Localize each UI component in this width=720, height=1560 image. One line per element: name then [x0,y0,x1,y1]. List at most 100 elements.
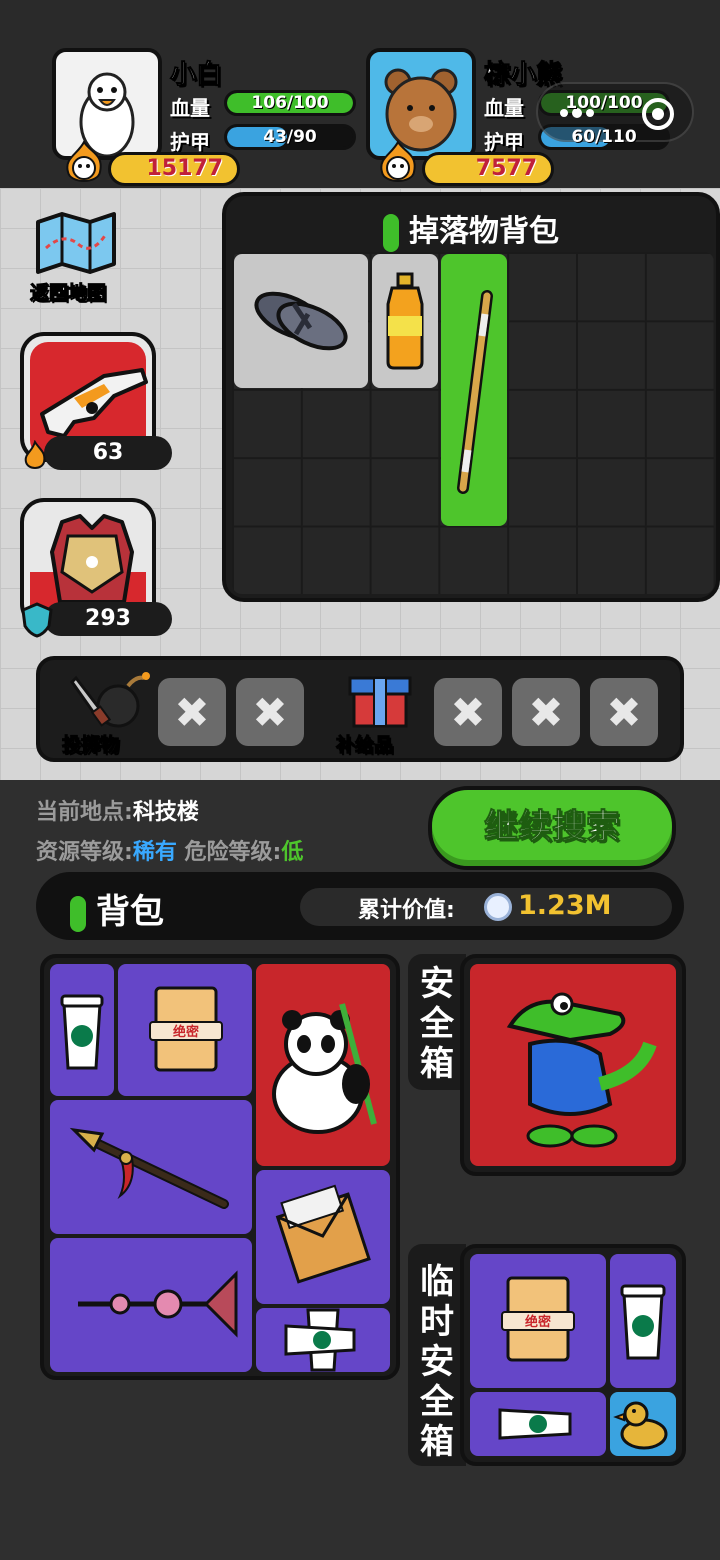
loot-title: 掉落物背包 [226,206,716,252]
armor-bar: 60/110 [538,124,670,150]
supply-box-icon [348,670,412,734]
bag-item-envelope[interactable] [256,1170,390,1304]
pearl-tower-icon [78,1270,238,1338]
total-value-label: 累计价值: [358,898,455,923]
close-x-icon: ✖ [528,687,564,737]
svg-text:绝密: 绝密 [525,1314,551,1330]
temp-safe-box-tab: 临时安全箱 [408,1244,466,1466]
armor-text: 60/110 [571,127,637,147]
danger-level-value: 低 [281,840,304,865]
danger-level-label: 危险等级: [184,840,282,865]
panda-icon [272,1003,377,1134]
empty-slot[interactable]: ✖ [158,678,226,746]
hp-bar: 106/100 [224,90,356,116]
loot-title-text: 掉落物背包 [409,214,559,249]
temp-item-coffee[interactable] [610,1254,676,1388]
coffee-cup-icon [284,1308,356,1372]
flip-flops-icon [254,291,348,351]
secret-envelope-icon: 绝密 [149,986,223,1072]
bag-item-coffee[interactable] [256,1308,390,1372]
orange-soda-icon [386,272,424,370]
armor-value: 293 [44,602,172,636]
loot-item-staff[interactable] [441,254,507,526]
total-value: 1.23M [518,890,612,921]
hp-text: 100/100 [565,93,643,113]
weapon-slot[interactable]: 63 [20,332,172,470]
armor-label: 护甲 [170,130,210,154]
bag-item-coffee[interactable] [50,964,114,1096]
green-pill-icon [70,895,86,932]
current-location-label: 当前地点: [36,800,133,825]
safe-box-panel [460,954,686,1176]
wooden-staff-icon [457,290,493,494]
loot-item-flipflops[interactable] [234,254,368,388]
flame-goose-icon [60,139,108,188]
secret-envelope-icon: 绝密 [501,1276,575,1362]
player-name: 小白 [169,60,223,91]
flame-goose-icon [374,139,422,188]
temp-item-coffee[interactable] [470,1392,606,1456]
hp-bar: 100/100 [538,90,670,116]
empty-slot[interactable]: ✖ [434,678,502,746]
loot-item-soda[interactable] [372,254,438,388]
coffee-cup-icon [60,994,104,1070]
backpack-title-text: 背包 [96,892,164,932]
return-map-button[interactable]: 返回地图 [29,208,120,305]
empty-slot[interactable]: ✖ [512,678,580,746]
score-badge: 7577 [422,152,554,186]
coin-icon [484,893,512,921]
golden-duck-icon [613,1401,668,1450]
backpack-title: 背包 [70,884,164,933]
shield-icon [20,602,54,642]
envelope-icon [275,1184,371,1284]
close-x-icon: ✖ [606,687,642,737]
safe-item-crocodile[interactable] [470,964,676,1166]
temp-safe-box-label: 临时安全箱 [420,1262,454,1462]
bag-item-secret-file[interactable]: 绝密 [118,964,252,1096]
close-x-icon: ✖ [450,687,486,737]
close-x-icon: ✖ [252,687,288,737]
hp-text: 106/100 [251,93,329,113]
svg-text:绝密: 绝密 [173,1024,199,1040]
bag-item-spear[interactable] [50,1100,252,1234]
empty-slot[interactable]: ✖ [236,678,304,746]
coffee-cup-icon [498,1408,572,1440]
bag-item-tower[interactable] [50,1238,252,1372]
bag-item-panda[interactable] [256,964,390,1166]
fire-icon [22,439,48,474]
continue-search-button[interactable]: 继续搜索 [428,786,676,870]
weapon-value: 63 [44,436,172,470]
quick-slot-strip: 投掷物 ✖ ✖ 补给品 ✖ ✖ ✖ [36,656,684,762]
throwable-slot[interactable]: 投掷物 [54,666,154,757]
temp-item-duck[interactable] [610,1392,676,1456]
armor-text: 43/90 [263,127,317,147]
hp-label: 血量 [170,96,210,120]
throwable-label: 投掷物 [61,734,120,757]
return-map-label: 返回地图 [29,282,107,305]
coffee-cup-icon [620,1284,666,1360]
safe-box-tab: 安全箱 [408,954,466,1090]
empty-slot[interactable]: ✖ [590,678,658,746]
score-badge: 15177 [108,152,240,186]
crocodile-icon [506,992,657,1148]
backpack-grid: 绝密 [40,954,400,1380]
armor-bar: 43/90 [224,124,356,150]
resource-level-label: 资源等级: [36,840,133,865]
resource-level-value: 稀有 [132,840,177,865]
temp-safe-box-panel: 绝密 [460,1244,686,1466]
armor-label: 护甲 [484,130,524,154]
hp-label: 血量 [484,96,524,120]
armor-slot[interactable]: 293 [20,498,172,638]
bomb-knife-icon [66,668,152,734]
loot-backpack-panel: 掉落物背包 [222,192,720,602]
temp-item-secret-file[interactable]: 绝密 [470,1254,606,1388]
armor-vest-icon [44,512,140,616]
backpack-header: 背包 累计价值: 1.23M [36,872,684,940]
current-location-value: 科技楼 [132,800,199,825]
supply-slot[interactable]: 补给品 [330,666,430,757]
safe-box-label: 安全箱 [420,964,454,1084]
player-card-1[interactable]: 小白 血量 106/100 护甲 43/90 15177 [52,48,372,188]
green-pill-icon [383,213,399,252]
level-info: 资源等级:稀有 危险等级:低 [36,834,303,866]
close-x-icon: ✖ [174,687,210,737]
